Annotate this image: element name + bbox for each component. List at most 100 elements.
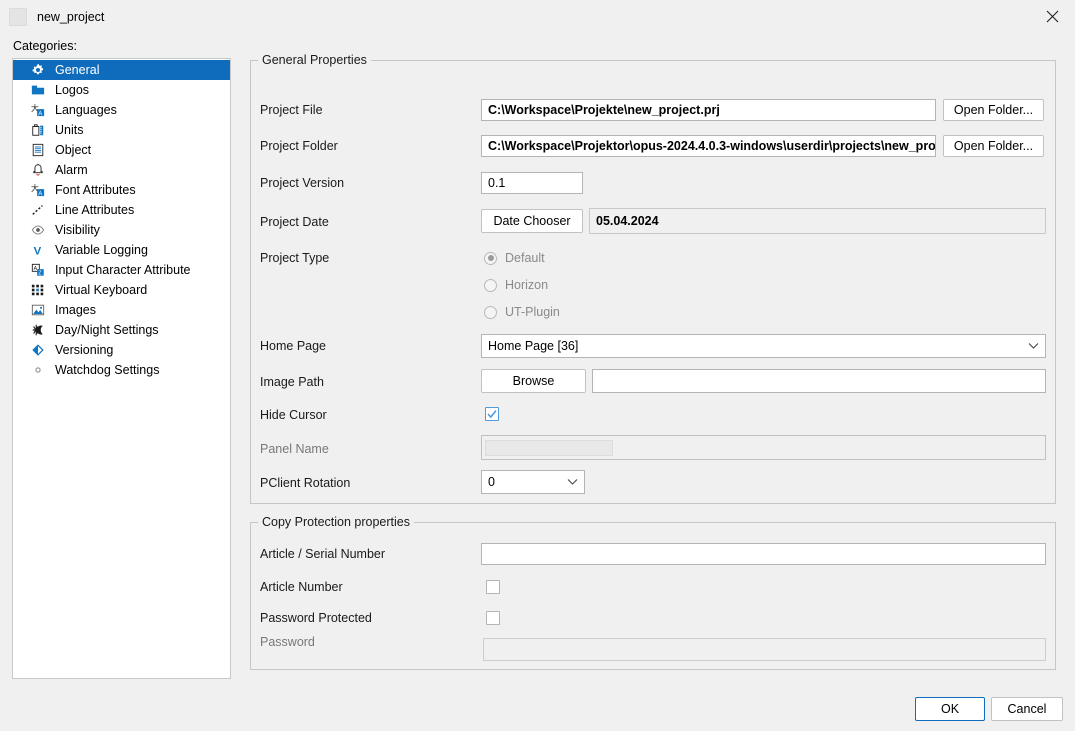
sidebar-item-logos[interactable]: Logos — [13, 80, 230, 100]
sidebar-item-label: Virtual Keyboard — [55, 283, 148, 297]
project-type-label: Project Type — [260, 251, 330, 265]
sidebar-item-label: General — [55, 63, 100, 77]
image-path-input[interactable] — [592, 369, 1046, 393]
article-serial-number-label: Article / Serial Number — [260, 547, 386, 561]
line-icon — [30, 202, 46, 218]
article-number-checkbox[interactable] — [486, 580, 500, 594]
sidebar-item-line-attributes[interactable]: Line Attributes — [13, 200, 230, 220]
panel-name-label: Panel Name — [260, 442, 329, 456]
password-label: Password — [260, 635, 315, 649]
project-type-option-default[interactable]: Default — [484, 249, 545, 267]
sidebar-item-languages[interactable]: 大 A Languages — [13, 100, 230, 120]
sidebar-item-input-character-attribute[interactable]: A Z Input Character Attribute — [13, 260, 230, 280]
radio-icon — [484, 251, 497, 265]
sidebar-item-label: Visibility — [55, 223, 100, 237]
home-page-select[interactable]: Home Page [36] — [481, 334, 1046, 358]
radio-label: Horizon — [505, 278, 549, 292]
sidebar-item-object[interactable]: Object — [13, 140, 230, 160]
input-char-icon: A Z — [30, 262, 46, 278]
chevron-down-icon — [567, 478, 578, 486]
bell-icon — [30, 162, 46, 178]
font-icon: 大 A — [30, 182, 46, 198]
password-protected-checkbox[interactable] — [486, 611, 500, 625]
sidebar-item-label: Watchdog Settings — [55, 363, 160, 377]
sidebar-item-label: Object — [55, 143, 92, 157]
sidebar-item-label: Line Attributes — [55, 203, 135, 217]
sidebar-item-label: Languages — [55, 103, 117, 117]
project-folder-open-folder-button[interactable]: Open Folder... — [943, 135, 1044, 157]
article-number-label: Article Number — [260, 580, 343, 594]
project-file-open-folder-button[interactable]: Open Folder... — [943, 99, 1044, 121]
pclient-rotation-label: PClient Rotation — [260, 476, 351, 490]
radio-icon — [484, 305, 497, 319]
date-chooser-button[interactable]: Date Chooser — [481, 209, 583, 233]
check-icon — [487, 410, 497, 419]
radio-label: Default — [505, 251, 545, 265]
image-icon — [30, 302, 46, 318]
close-button[interactable] — [1029, 0, 1075, 33]
copy-protection-title: Copy Protection properties — [258, 515, 414, 529]
eye-icon — [30, 222, 46, 238]
sidebar-item-versioning[interactable]: Versioning — [13, 340, 230, 360]
language-icon: 大 A — [30, 102, 46, 118]
project-version-label: Project Version — [260, 176, 345, 190]
ok-button[interactable]: OK — [915, 697, 985, 721]
window-titlebar: new_project — [0, 0, 1075, 33]
project-version-input[interactable]: 0.1 — [481, 172, 583, 194]
sidebar-item-images[interactable]: Images — [13, 300, 230, 320]
svg-text:V: V — [34, 245, 42, 257]
sidebar-item-label: Logos — [55, 83, 90, 97]
sidebar-item-label: Variable Logging — [55, 243, 148, 257]
sidebar-item-day-night-settings[interactable]: Day/Night Settings — [13, 320, 230, 340]
gear-icon — [30, 62, 46, 78]
sidebar-item-variable-logging[interactable]: V Variable Logging — [13, 240, 230, 260]
sidebar-item-virtual-keyboard[interactable]: Virtual Keyboard — [13, 280, 230, 300]
sidebar-item-visibility[interactable]: Visibility — [13, 220, 230, 240]
home-page-value: Home Page [36] — [488, 339, 579, 353]
close-icon — [1046, 10, 1058, 23]
document-icon — [30, 142, 46, 158]
categories-list[interactable]: General Logos 大 A Languages Units Object… — [12, 58, 231, 679]
cancel-button[interactable]: Cancel — [991, 697, 1063, 721]
hide-cursor-checkbox[interactable] — [485, 407, 499, 421]
sidebar-item-units[interactable]: Units — [13, 120, 230, 140]
project-folder-input[interactable]: C:\Workspace\Projektor\opus-2024.4.0.3-w… — [481, 135, 936, 157]
keyboard-icon — [30, 282, 46, 298]
sidebar-item-label: Versioning — [55, 343, 114, 357]
sidebar-item-label: Units — [55, 123, 84, 137]
day-night-icon — [30, 322, 46, 338]
article-serial-number-input[interactable] — [481, 543, 1046, 565]
home-page-label: Home Page — [260, 339, 327, 353]
window-title: new_project — [37, 9, 105, 24]
general-properties-title: General Properties — [258, 53, 371, 67]
sidebar-item-alarm[interactable]: Alarm — [13, 160, 230, 180]
project-date-value: 05.04.2024 — [589, 208, 1046, 234]
project-date-label: Project Date — [260, 215, 329, 229]
project-folder-label: Project Folder — [260, 139, 338, 153]
sidebar-item-font-attributes[interactable]: 大 A Font Attributes — [13, 180, 230, 200]
radio-label: UT-Plugin — [505, 305, 560, 319]
app-icon — [9, 7, 27, 26]
units-icon — [30, 122, 46, 138]
pclient-rotation-select[interactable]: 0 — [481, 470, 585, 494]
project-file-label: Project File — [260, 103, 323, 117]
folder-icon — [30, 82, 46, 98]
project-type-option-horizon[interactable]: Horizon — [484, 276, 548, 294]
panel-name-select — [481, 435, 1046, 460]
image-path-label: Image Path — [260, 375, 324, 389]
sidebar-item-watchdog-settings[interactable]: Watchdog Settings — [13, 360, 230, 380]
project-type-option-ut-plugin[interactable]: UT-Plugin — [484, 303, 560, 321]
project-file-input[interactable]: C:\Workspace\Projekte\new_project.prj — [481, 99, 936, 121]
sidebar-item-label: Input Character Attribute — [55, 263, 191, 277]
password-input — [483, 638, 1046, 661]
sidebar-item-label: Alarm — [55, 163, 88, 177]
sidebar-item-general[interactable]: General — [13, 60, 230, 80]
image-path-browse-button[interactable]: Browse — [481, 369, 586, 393]
radio-icon — [484, 278, 497, 292]
panel-name-value — [485, 439, 613, 456]
categories-label: Categories: — [13, 39, 77, 53]
password-protected-label: Password Protected — [260, 611, 372, 625]
sidebar-item-label: Images — [55, 303, 96, 317]
chevron-down-icon — [1028, 342, 1039, 350]
hide-cursor-label: Hide Cursor — [260, 408, 327, 422]
